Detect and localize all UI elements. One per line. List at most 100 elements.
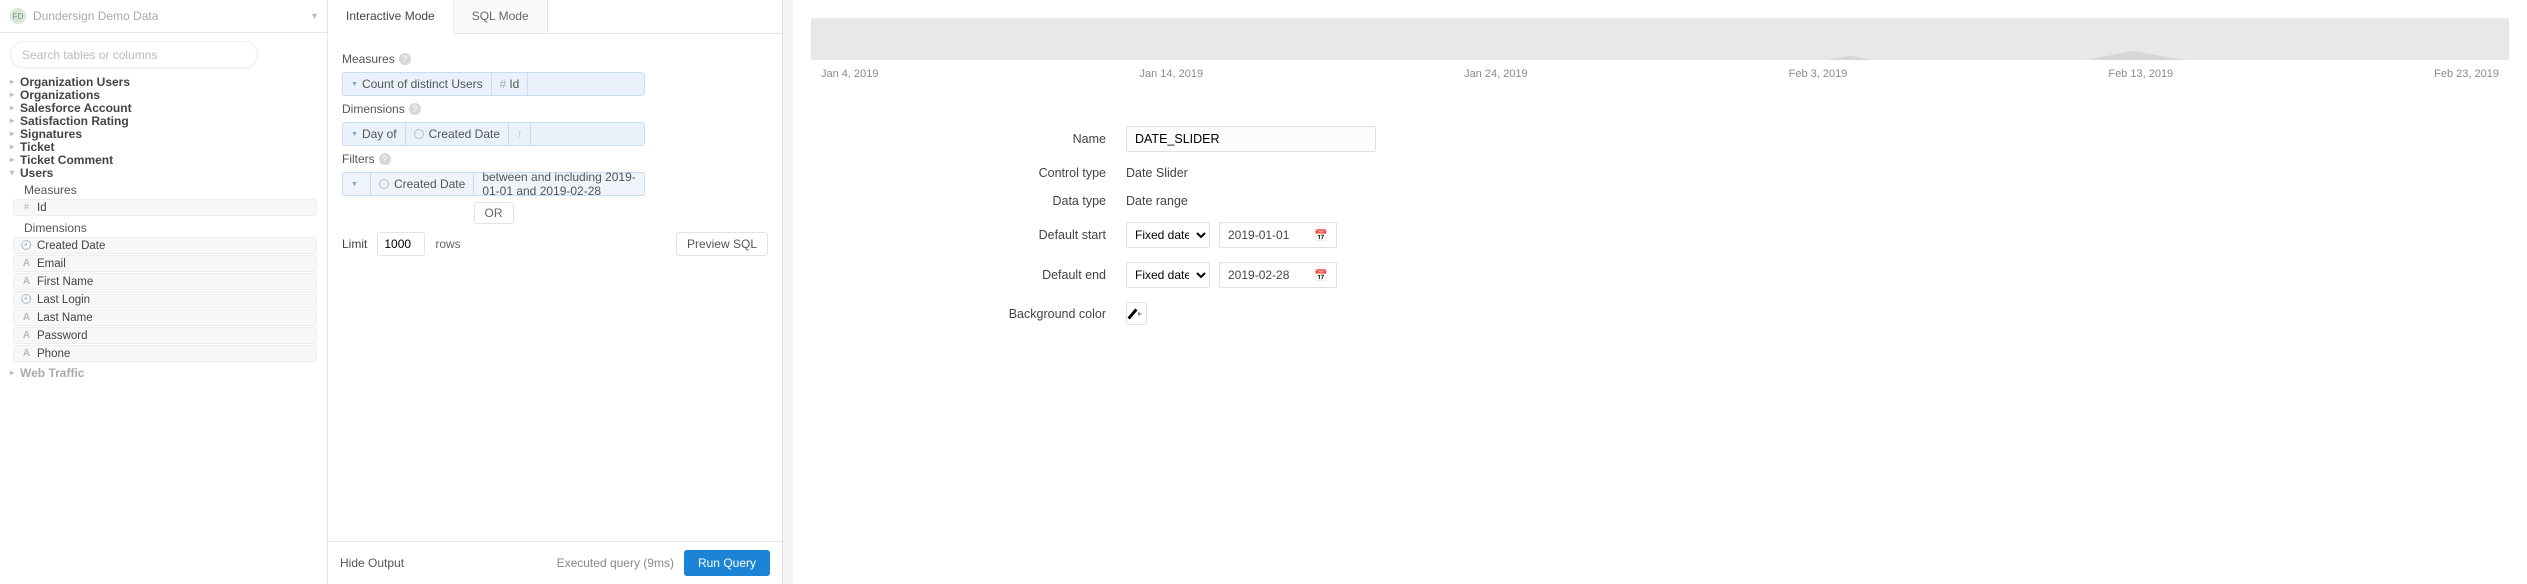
hash-icon: # xyxy=(500,77,507,91)
search-wrap xyxy=(0,33,327,75)
chevron-down-icon: ▼ xyxy=(351,181,358,188)
tab-sql-mode[interactable]: SQL Mode xyxy=(454,0,548,33)
background-color-button[interactable]: ▸ xyxy=(1126,302,1147,325)
limit-input[interactable] xyxy=(377,232,425,256)
column-last-name[interactable]: Last Name xyxy=(13,309,317,326)
hide-output-button[interactable]: Hide Output xyxy=(340,556,404,570)
measures-header: Measures xyxy=(10,179,317,199)
filter-menu[interactable]: ▼ xyxy=(343,173,371,195)
default-end-mode-select[interactable]: Fixed date xyxy=(1126,262,1210,288)
or-button[interactable]: OR xyxy=(474,202,514,224)
column-last-login[interactable]: Last Login xyxy=(13,291,317,308)
preview-sql-button[interactable]: Preview SQL xyxy=(676,232,768,256)
table-tree[interactable]: ▸Organization Users ▸Organizations ▸Sale… xyxy=(0,75,327,584)
filter-expression[interactable]: between and including 2019-01-01 and 201… xyxy=(474,173,644,195)
measure-chip[interactable]: ▼Count of distinct Users #Id xyxy=(342,72,645,96)
query-builder: Measures? ▼Count of distinct Users #Id D… xyxy=(328,34,782,541)
calendar-icon: 📅 xyxy=(1314,269,1328,282)
measure-agg[interactable]: ▼Count of distinct Users xyxy=(343,73,492,95)
help-icon[interactable]: ? xyxy=(399,53,411,65)
tick: Jan 4, 2019 xyxy=(821,68,879,80)
default-start-label: Default start xyxy=(793,228,1126,242)
rows-label: rows xyxy=(435,237,460,251)
filter-chip[interactable]: ▼ Created Date between and including 201… xyxy=(342,172,645,196)
tick: Jan 14, 2019 xyxy=(1139,68,1203,80)
chevron-down-icon: ▼ xyxy=(351,81,358,88)
filters-label: Filters? xyxy=(342,152,768,166)
limit-row: Limit rows Preview SQL xyxy=(342,232,768,256)
query-footer: Hide Output Executed query (9ms) Run Que… xyxy=(328,541,782,584)
column-phone[interactable]: Phone xyxy=(13,345,317,362)
help-icon[interactable]: ? xyxy=(379,153,391,165)
clock-icon xyxy=(20,240,33,251)
preview-chart-wrap: Jan 4, 2019 Jan 14, 2019 Jan 24, 2019 Fe… xyxy=(793,0,2527,102)
tree-item-users[interactable]: ▾Users xyxy=(10,166,317,179)
filter-field[interactable]: Created Date xyxy=(371,173,474,195)
text-icon xyxy=(20,312,33,323)
date-slider-preview[interactable] xyxy=(811,18,2509,60)
hash-icon xyxy=(20,202,33,213)
name-input[interactable] xyxy=(1126,126,1376,152)
run-query-button[interactable]: Run Query xyxy=(684,550,770,576)
column-created-date[interactable]: Created Date xyxy=(13,237,317,254)
tick: Feb 23, 2019 xyxy=(2434,68,2499,80)
tree-item-signatures[interactable]: ▸Signatures xyxy=(10,127,317,140)
chip-dropzone[interactable] xyxy=(531,123,644,145)
left-body: FD Dundersign Demo Data ▾ ▸Organization … xyxy=(0,0,782,584)
column-first-name[interactable]: First Name xyxy=(13,273,317,290)
sidebar: FD Dundersign Demo Data ▾ ▸Organization … xyxy=(0,0,328,584)
control-type-value: Date Slider xyxy=(1126,166,1188,180)
search-input[interactable] xyxy=(10,41,258,68)
control-config-panel: Jan 4, 2019 Jan 14, 2019 Jan 24, 2019 Fe… xyxy=(793,0,2527,584)
tick: Feb 3, 2019 xyxy=(1789,68,1848,80)
default-end-date-input[interactable]: 2019-02-28📅 xyxy=(1219,262,1337,288)
chevron-down-icon: ▼ xyxy=(351,131,358,138)
column-id[interactable]: Id xyxy=(13,199,317,216)
default-start-date-input[interactable]: 2019-01-01📅 xyxy=(1219,222,1337,248)
query-area: Interactive Mode SQL Mode Measures? ▼Cou… xyxy=(328,0,782,584)
chip-dropzone[interactable] xyxy=(528,73,644,95)
clock-icon xyxy=(20,294,33,305)
axis-ticks: Jan 4, 2019 Jan 14, 2019 Jan 24, 2019 Fe… xyxy=(811,60,2509,96)
data-type-label: Data type xyxy=(793,194,1126,208)
execution-status: Executed query (9ms) xyxy=(557,556,674,570)
text-icon xyxy=(20,330,33,341)
text-icon xyxy=(20,348,33,359)
tree-item-salesforce-account[interactable]: ▸Salesforce Account xyxy=(10,101,317,114)
data-type-value: Date range xyxy=(1126,194,1188,208)
mode-tabs: Interactive Mode SQL Mode xyxy=(328,0,782,34)
measure-field[interactable]: #Id xyxy=(492,73,529,95)
default-start-mode-select[interactable]: Fixed date xyxy=(1126,222,1210,248)
control-form: Name Control type Date Slider Data type … xyxy=(793,102,2527,339)
background-color-label: Background color xyxy=(793,307,1126,321)
dimension-chip[interactable]: ▼Day of Created Date ↑ xyxy=(342,122,645,146)
tree-item-satisfaction-rating[interactable]: ▸Satisfaction Rating xyxy=(10,114,317,127)
chevron-down-icon: ▾ xyxy=(312,11,317,22)
clock-icon xyxy=(414,129,424,139)
text-icon xyxy=(20,276,33,287)
panel-gutter[interactable] xyxy=(783,0,793,584)
tick: Feb 13, 2019 xyxy=(2108,68,2173,80)
dimensions-label: Dimensions? xyxy=(342,102,768,116)
clock-icon xyxy=(379,179,389,189)
tab-interactive-mode[interactable]: Interactive Mode xyxy=(328,0,454,34)
column-email[interactable]: Email xyxy=(13,255,317,272)
sort-asc-button[interactable]: ↑ xyxy=(509,123,531,145)
datasource-avatar: FD xyxy=(10,8,26,24)
sort-asc-icon: ↑ xyxy=(517,129,522,140)
tree-item-web-traffic[interactable]: ▸Web Traffic xyxy=(10,366,317,379)
datasource-name: Dundersign Demo Data xyxy=(33,9,158,23)
datasource-selector[interactable]: FD Dundersign Demo Data ▾ xyxy=(0,0,327,33)
tree-item-organization-users[interactable]: ▸Organization Users xyxy=(10,75,317,88)
tree-item-organizations[interactable]: ▸Organizations xyxy=(10,88,317,101)
help-icon[interactable]: ? xyxy=(409,103,421,115)
name-label: Name xyxy=(793,132,1126,146)
query-panel: FD Dundersign Demo Data ▾ ▸Organization … xyxy=(0,0,783,584)
tree-item-ticket[interactable]: ▸Ticket xyxy=(10,140,317,153)
dimensions-header: Dimensions xyxy=(10,217,317,237)
tree-item-ticket-comment[interactable]: ▸Ticket Comment xyxy=(10,153,317,166)
default-end-label: Default end xyxy=(793,268,1126,282)
dimension-grain[interactable]: ▼Day of xyxy=(343,123,406,145)
dimension-field[interactable]: Created Date xyxy=(406,123,509,145)
column-password[interactable]: Password xyxy=(13,327,317,344)
